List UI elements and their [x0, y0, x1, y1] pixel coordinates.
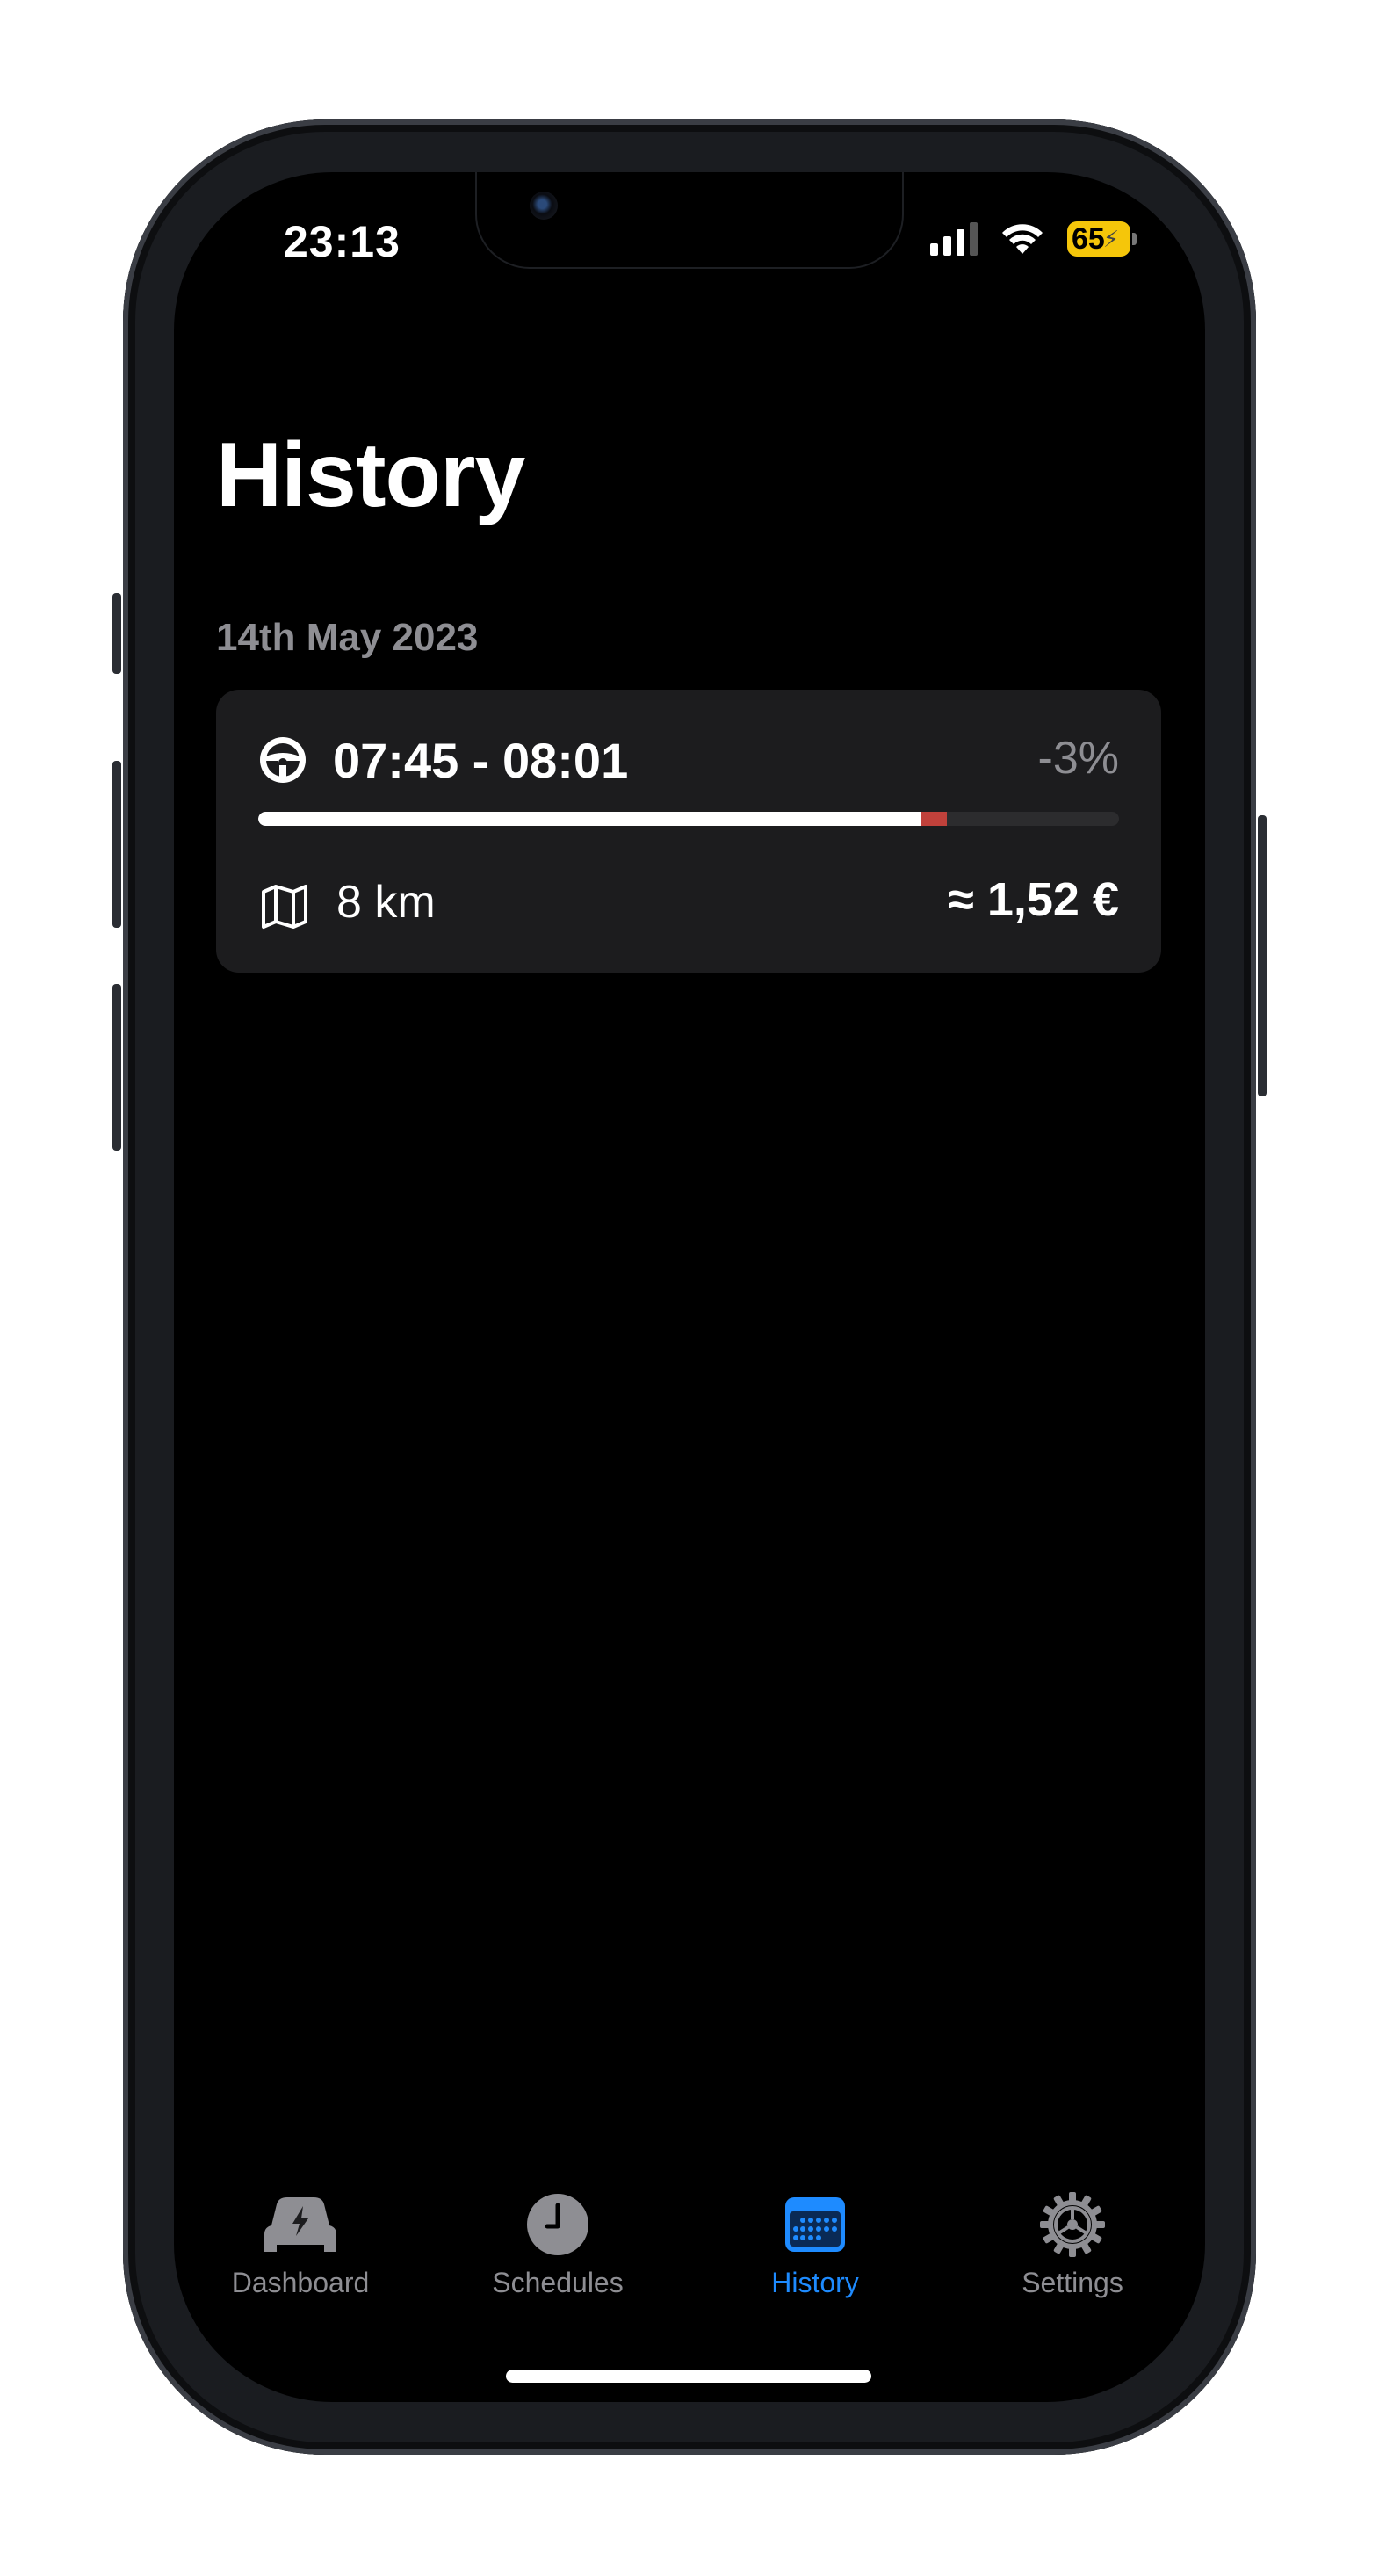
- trip-card[interactable]: 07:45 - 08:01 -3% 8 km ≈ 1,52 €: [216, 690, 1161, 973]
- tab-schedules-label: Schedules: [492, 2267, 624, 2298]
- battery-bar: [258, 812, 1119, 826]
- status-indicators: 65 ⚡: [930, 221, 1137, 257]
- tab-settings-label: Settings: [1022, 2267, 1123, 2298]
- clock-icon: [527, 2194, 588, 2255]
- battery-indicator: 65 ⚡: [1067, 221, 1137, 257]
- battery-nub: [1132, 233, 1137, 245]
- map-icon: [262, 885, 307, 929]
- wifi-icon: [1002, 224, 1043, 254]
- battery-bar-remaining: [258, 812, 921, 826]
- tab-dashboard[interactable]: Dashboard: [186, 2191, 415, 2299]
- action-button: [112, 593, 121, 674]
- battery-icon: 65 ⚡: [1067, 221, 1130, 257]
- trip-time-range: 07:45 - 08:01: [333, 733, 629, 788]
- car-bolt-icon: [264, 2197, 336, 2252]
- tab-bar: Dashboard Schedules History Settings: [174, 2191, 1205, 2332]
- screen: 23:13 65 ⚡ History 14th May 2023 07:45 -: [174, 172, 1205, 2402]
- battery-level: 65: [1072, 222, 1105, 256]
- steering-wheel-icon: [260, 737, 306, 783]
- home-indicator[interactable]: [506, 2370, 871, 2383]
- status-time: 23:13: [284, 217, 401, 266]
- trip-cost: ≈ 1,52 €: [948, 873, 1119, 926]
- dynamic-island: [477, 172, 902, 267]
- tab-history-label: History: [771, 2267, 859, 2298]
- section-date-header: 14th May 2023: [216, 616, 479, 659]
- cellular-signal-icon: [930, 222, 978, 256]
- tab-dashboard-label: Dashboard: [231, 2267, 370, 2298]
- volume-up-button: [112, 761, 121, 928]
- page-title: History: [216, 424, 525, 526]
- calendar-icon: [785, 2197, 845, 2252]
- camera-icon: [530, 192, 558, 220]
- side-button: [1258, 815, 1267, 1096]
- tab-settings[interactable]: Settings: [958, 2191, 1187, 2299]
- battery-bar-used: [921, 812, 947, 826]
- gear-icon: [1040, 2192, 1105, 2257]
- volume-down-button: [112, 984, 121, 1151]
- tab-history[interactable]: History: [701, 2191, 929, 2299]
- charging-bolt-icon: ⚡: [1102, 225, 1120, 252]
- trip-distance: 8 km: [336, 877, 436, 928]
- tab-schedules[interactable]: Schedules: [444, 2191, 672, 2299]
- battery-change: -3%: [1037, 733, 1119, 784]
